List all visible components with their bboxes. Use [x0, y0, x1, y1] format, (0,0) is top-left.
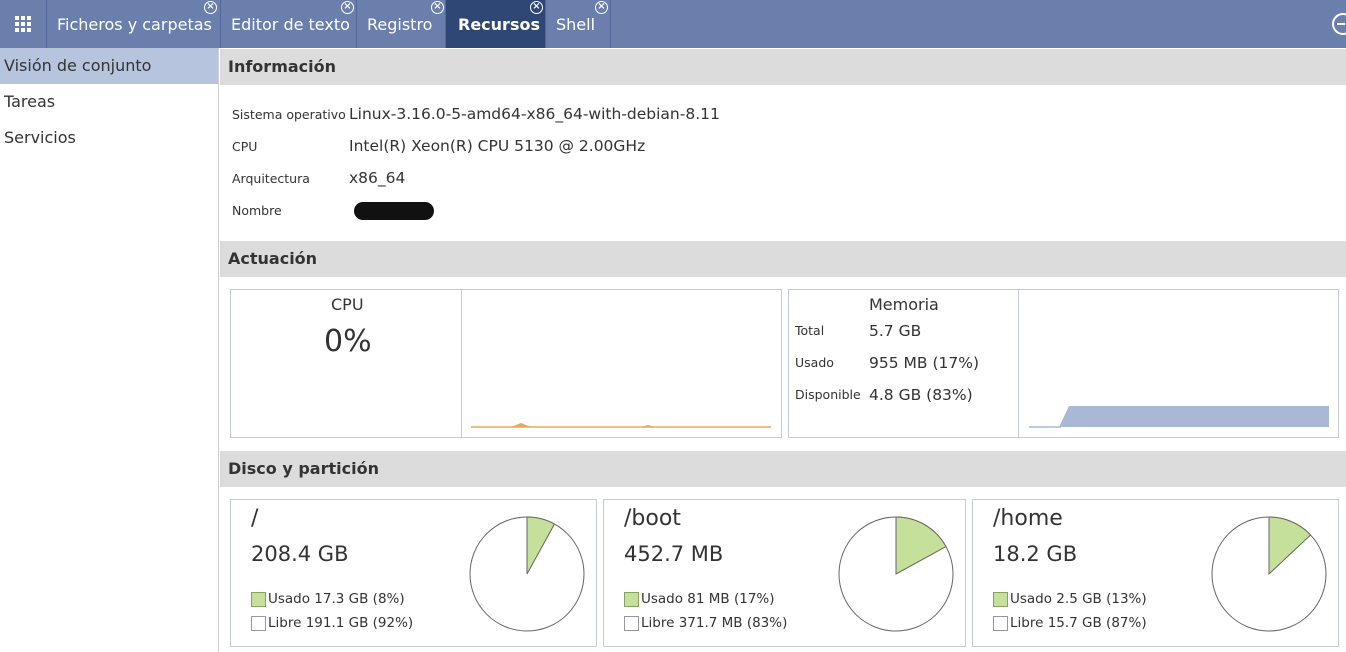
tab-label: Recursos	[458, 14, 540, 34]
free-swatch	[251, 615, 266, 631]
performance-heading: Actuación	[220, 241, 1346, 277]
disk-card-home: /home 18.2 GB Usado 2.5 GB (13%) Libre 1…	[972, 499, 1339, 647]
tab-recursos[interactable]: Recursos ×	[446, 0, 546, 48]
memory-total-label: Total	[795, 323, 825, 338]
legend-free: Libre 15.7 GB (87%)	[993, 615, 1147, 631]
info-label: Nombre	[232, 203, 282, 218]
disk-pie	[1211, 516, 1327, 632]
used-swatch	[993, 591, 1008, 607]
disk-heading: Disco y partición	[220, 451, 1346, 487]
info-label: CPU	[232, 139, 258, 154]
disk-size: 452.7 MB	[624, 542, 724, 566]
legend-used: Usado 81 MB (17%)	[624, 591, 775, 607]
cpu-title: CPU	[331, 295, 364, 314]
close-icon[interactable]: ×	[595, 1, 608, 14]
main-content: Información Sistema operativo Linux-3.16…	[220, 48, 1346, 652]
cpu-value: 0%	[324, 324, 372, 359]
disk-card-boot: /boot 452.7 MB Usado 81 MB (17%) Libre 3…	[603, 499, 966, 647]
legend-free-label: Libre 191.1 GB (92%)	[268, 615, 414, 631]
disk-card-root: / 208.4 GB Usado 17.3 GB (8%) Libre 191.…	[230, 499, 597, 647]
legend-used: Usado 2.5 GB (13%)	[993, 591, 1147, 607]
free-swatch	[993, 615, 1008, 631]
info-value: x86_64	[349, 169, 406, 187]
disk-size: 18.2 GB	[993, 542, 1078, 566]
close-icon[interactable]: ×	[341, 1, 354, 14]
memory-graph	[1029, 406, 1329, 428]
legend-free-label: Libre 15.7 GB (87%)	[1010, 615, 1147, 631]
tab-label: Ficheros y carpetas	[57, 14, 212, 34]
memory-used-label: Usado	[795, 355, 834, 370]
info-label: Arquitectura	[232, 171, 310, 186]
tab-label: Registro	[367, 14, 433, 34]
memory-title: Memoria	[869, 295, 939, 314]
tab-label: Editor de texto	[231, 14, 350, 34]
legend-used-label: Usado 17.3 GB (8%)	[268, 591, 405, 607]
sidebar: Visión de conjunto Tareas Servicios	[0, 48, 219, 652]
memory-card: Memoria Total 5.7 GB Usado 955 MB (17%) …	[788, 289, 1339, 438]
disk-pie	[469, 516, 585, 632]
disk-pie	[838, 516, 954, 632]
top-bar: Ficheros y carpetas × Editor de texto × …	[0, 0, 1346, 48]
info-value: Intel(R) Xeon(R) CPU 5130 @ 2.00GHz	[349, 137, 646, 155]
apps-menu-button[interactable]	[0, 0, 47, 48]
grid-icon	[15, 16, 31, 32]
legend-free: Libre 371.7 MB (83%)	[624, 615, 787, 631]
sidebar-item-label: Visión de conjunto	[4, 56, 152, 75]
used-swatch	[624, 591, 639, 607]
memory-used-value: 955 MB (17%)	[869, 354, 979, 372]
redacted-hostname	[354, 202, 434, 220]
tab-registro[interactable]: Registro ×	[357, 0, 446, 48]
tab-ficheros[interactable]: Ficheros y carpetas ×	[47, 0, 221, 48]
close-icon[interactable]: ×	[204, 1, 217, 14]
memory-total-value: 5.7 GB	[869, 322, 922, 340]
legend-free: Libre 191.1 GB (92%)	[251, 615, 413, 631]
sidebar-item-label: Servicios	[4, 128, 76, 147]
tab-shell[interactable]: Shell ×	[546, 0, 611, 48]
info-heading: Información	[220, 49, 1346, 85]
disk-size: 208.4 GB	[251, 542, 349, 566]
tab-editor[interactable]: Editor de texto ×	[221, 0, 357, 48]
memory-available-label: Disponible	[795, 387, 861, 402]
close-icon[interactable]: ×	[431, 1, 444, 14]
memory-available-value: 4.8 GB (83%)	[869, 386, 973, 404]
sidebar-item-label: Tareas	[4, 92, 56, 111]
used-swatch	[251, 591, 266, 607]
tab-label: Shell	[556, 14, 596, 34]
sidebar-item-tasks[interactable]: Tareas	[0, 84, 218, 120]
sidebar-item-overview[interactable]: Visión de conjunto	[0, 48, 218, 84]
cpu-graph-spike	[641, 425, 655, 427]
disk-mount: /	[251, 506, 259, 531]
sidebar-item-services[interactable]: Servicios	[0, 120, 218, 156]
info-value: Linux-3.16.0-5-amd64-x86_64-with-debian-…	[349, 105, 720, 123]
cpu-card: CPU 0%	[230, 289, 782, 438]
legend-used: Usado 17.3 GB (8%)	[251, 591, 405, 607]
info-label: Sistema operativo	[232, 107, 346, 122]
close-icon[interactable]: ×	[530, 1, 543, 14]
legend-used-label: Usado 81 MB (17%)	[641, 591, 775, 607]
disk-mount: /home	[993, 506, 1063, 531]
legend-used-label: Usado 2.5 GB (13%)	[1010, 591, 1147, 607]
disk-mount: /boot	[624, 506, 681, 531]
cpu-graph	[471, 423, 771, 428]
cpu-graph-spike	[511, 423, 531, 427]
memory-graph-area	[1059, 406, 1329, 427]
free-swatch	[624, 615, 639, 631]
logout-icon[interactable]	[1332, 13, 1346, 35]
legend-free-label: Libre 371.7 MB (83%)	[641, 615, 788, 631]
